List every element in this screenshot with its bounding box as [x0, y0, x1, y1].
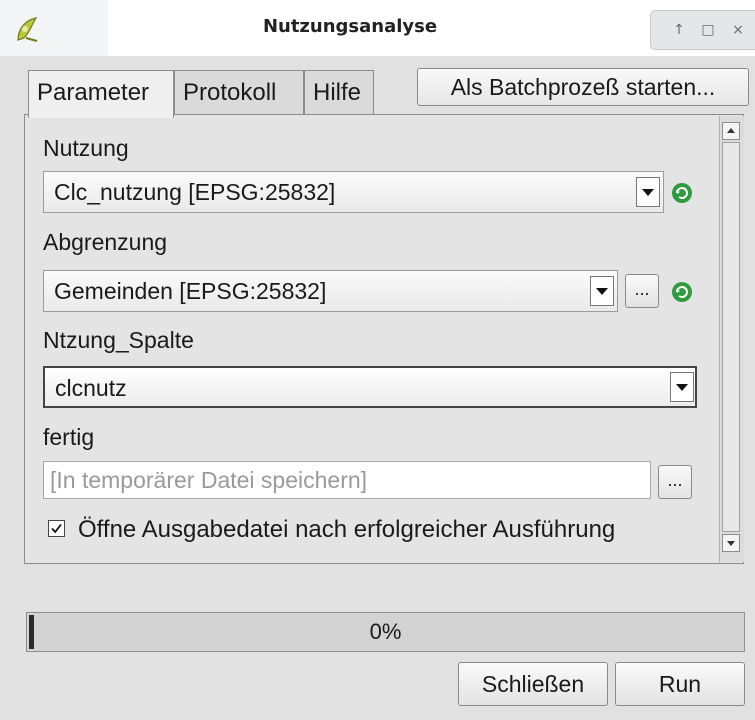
- run-button[interactable]: Run: [615, 662, 745, 706]
- progress-bar: 0%: [26, 612, 745, 652]
- nutzung-label: Nutzung: [43, 135, 129, 161]
- chevron-down-icon[interactable]: [590, 276, 614, 306]
- abgrenzung-select[interactable]: Gemeinden [EPSG:25832]: [43, 270, 618, 312]
- scroll-down-button[interactable]: [722, 534, 740, 552]
- tab-hilfe[interactable]: Hilfe: [304, 70, 374, 114]
- refresh-icon[interactable]: [670, 181, 694, 205]
- move-up-icon[interactable]: ↑: [669, 20, 689, 40]
- scroll-up-button[interactable]: [722, 122, 740, 140]
- dialog-window: Nutzungsanalyse ↑ □ × Parameter Protokol…: [0, 0, 755, 720]
- refresh-icon[interactable]: [670, 280, 694, 304]
- batch-process-button[interactable]: Als Batchprozeß starten...: [417, 68, 749, 106]
- spalte-select-value: clcnutz: [55, 375, 127, 401]
- checkmark-icon: [51, 523, 62, 534]
- abgrenzung-select-value: Gemeinden [EPSG:25832]: [54, 278, 327, 304]
- output-field[interactable]: [In temporärer Datei speichern]: [43, 461, 651, 499]
- spalte-label: Ntzung_Spalte: [43, 327, 194, 353]
- nutzung-select[interactable]: Clc_nutzung [EPSG:25832]: [43, 171, 664, 213]
- chevron-down-icon[interactable]: [636, 177, 660, 207]
- tab-protokoll[interactable]: Protokoll: [174, 70, 304, 114]
- window-title: Nutzungsanalyse: [262, 16, 438, 37]
- close-icon[interactable]: ×: [728, 20, 748, 40]
- window-controls: ↑ □ ×: [650, 10, 755, 50]
- tab-parameter[interactable]: Parameter: [28, 70, 174, 118]
- close-button[interactable]: Schließen: [458, 662, 608, 706]
- scroll-thumb[interactable]: [722, 142, 740, 532]
- spalte-select[interactable]: clcnutz: [43, 366, 697, 408]
- abgrenzung-label: Abgrenzung: [43, 229, 168, 255]
- checkbox-icon[interactable]: [48, 520, 65, 537]
- panel-scrollbar[interactable]: [719, 116, 744, 562]
- output-label: fertig: [43, 424, 95, 450]
- chevron-down-icon[interactable]: [670, 372, 694, 402]
- nutzung-select-value: Clc_nutzung [EPSG:25832]: [54, 179, 336, 205]
- maximize-icon[interactable]: □: [698, 20, 718, 40]
- open-after-label: Öffne Ausgabedatei nach erfolgreicher Au…: [78, 516, 616, 543]
- title-bar: Nutzungsanalyse ↑ □ ×: [0, 0, 755, 56]
- progress-text: 0%: [369, 619, 402, 644]
- output-browse-button[interactable]: ...: [658, 465, 692, 499]
- abgrenzung-browse-button[interactable]: ...: [625, 274, 659, 308]
